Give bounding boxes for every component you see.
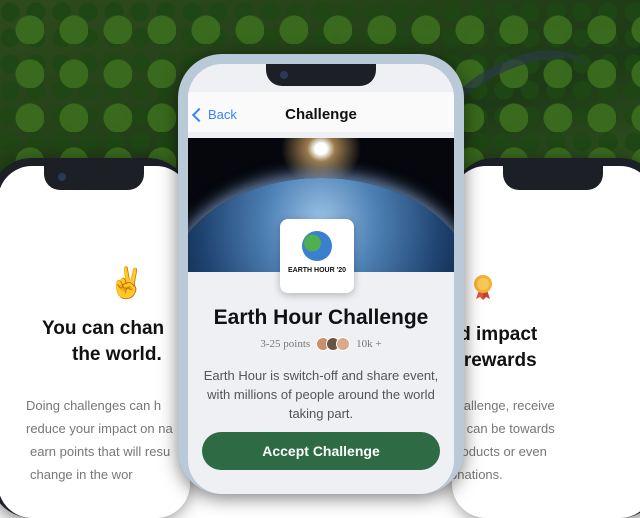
challenge-description: Earth Hour is switch-off and share event…: [203, 368, 439, 421]
medal-icon: [474, 275, 492, 300]
participant-avatars: [316, 337, 351, 351]
challenge-badge: EARTH HOUR '20: [280, 219, 354, 293]
right-notch: [503, 166, 603, 190]
right-headline-line-2: s rewards: [452, 350, 537, 371]
center-notch: [266, 64, 376, 86]
points-range: 3-25 points: [260, 338, 311, 350]
right-headline: ced impact s rewards: [452, 322, 537, 374]
center-phone: Back Challenge EARTH HOUR '20 Earth Hour…: [178, 54, 464, 494]
left-notch: [44, 166, 144, 190]
challenge-title: Earth Hour Challenge: [213, 306, 429, 329]
left-body-line: change in the wor: [30, 467, 133, 482]
left-phone-screen: ✌️ You can chan the world. Doing challen…: [0, 166, 190, 518]
left-headline-line-1: You can chan: [42, 318, 165, 339]
left-body-line: reduce your impact on na: [26, 421, 173, 436]
accept-challenge-button[interactable]: Accept Challenge: [202, 432, 440, 470]
avatar: [336, 337, 351, 351]
camera-icon: [280, 71, 288, 79]
left-headline-line-2: the world.: [72, 344, 162, 365]
nav-bar: Back Challenge: [188, 92, 454, 132]
left-body-line: Doing challenges can h: [26, 398, 162, 413]
page-title: Challenge: [285, 106, 357, 123]
left-phone: ✌️ You can chan the world. Doing challen…: [0, 158, 190, 518]
right-phone-screen: ced impact s rewards challenge, receive …: [452, 166, 640, 518]
right-body-line: its can be towards: [452, 421, 555, 436]
center-phone-screen: Back Challenge EARTH HOUR '20 Earth Hour…: [188, 64, 454, 494]
challenge-meta: 3-25 points 10k +: [188, 337, 454, 351]
right-body-line: onations.: [452, 467, 503, 482]
right-headline-line-1: ced impact: [452, 324, 538, 345]
badge-text: EARTH HOUR '20: [287, 267, 347, 274]
camera-icon: [58, 173, 66, 181]
right-body-line: products or even: [452, 444, 547, 459]
right-body: challenge, receive its can be towards pr…: [452, 394, 555, 486]
globe-icon: [302, 231, 332, 261]
right-phone: ced impact s rewards challenge, receive …: [452, 158, 640, 518]
participant-count: 10k +: [356, 338, 382, 350]
left-body: Doing challenges can h reduce your impac…: [26, 394, 190, 486]
peace-hand-icon: ✌️: [108, 267, 146, 300]
right-body-line: challenge, receive: [452, 398, 555, 413]
left-body-line: earn points that will resu: [30, 444, 171, 459]
left-headline: You can chan the world.: [32, 316, 190, 368]
